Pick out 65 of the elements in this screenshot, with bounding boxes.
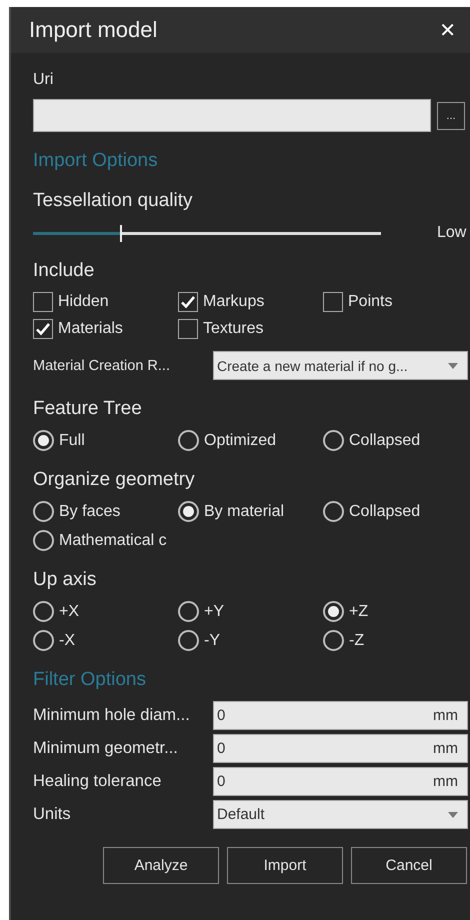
- checkbox[interactable]: [33, 292, 53, 312]
- group-heading: Include: [33, 260, 94, 282]
- checkbox-label: Points: [348, 293, 392, 311]
- slider-track[interactable]: [33, 224, 381, 242]
- field-label: Healing tolerance: [33, 772, 162, 791]
- radio-button[interactable]: [33, 530, 54, 551]
- group-heading: Organize geometry: [33, 469, 195, 491]
- checkbox[interactable]: [178, 319, 198, 339]
- checkbox-label: Markups: [203, 293, 264, 311]
- units-dropdown[interactable]: Default: [213, 800, 468, 829]
- slider-reading: Low: [437, 224, 466, 242]
- radio-button[interactable]: [178, 601, 199, 622]
- number-field[interactable]: 0 mm: [213, 734, 468, 763]
- checkbox-label: Textures: [203, 320, 264, 338]
- radio-button[interactable]: [178, 501, 199, 522]
- window-title: Import model: [29, 17, 158, 43]
- section-heading: Import Options: [33, 150, 158, 172]
- checkbox[interactable]: [178, 292, 198, 312]
- close-button[interactable]: ✕: [435, 18, 460, 42]
- field-label: Material Creation R...: [33, 358, 170, 374]
- uri-label: Uri: [33, 71, 54, 89]
- radio-label: -Y: [204, 632, 220, 650]
- field-label: Units: [33, 805, 71, 824]
- radio-button[interactable]: [323, 630, 344, 651]
- caret-icon: [448, 812, 458, 818]
- radio-button[interactable]: [323, 430, 344, 451]
- radio-label: Collapsed: [349, 432, 420, 450]
- checkbox-label: Hidden: [58, 293, 109, 311]
- radio-label: -X: [59, 632, 75, 650]
- radio-button[interactable]: [33, 501, 54, 522]
- section-heading: Filter Options: [33, 669, 146, 691]
- material-dropdown[interactable]: Create a new material if no g...: [213, 351, 468, 380]
- radio-label: Optimized: [204, 432, 276, 450]
- radio-label: Mathematical c: [59, 532, 167, 550]
- radio-button[interactable]: [323, 501, 344, 522]
- radio-button[interactable]: [33, 601, 54, 622]
- browse-button[interactable]: ...: [437, 102, 465, 130]
- group-heading: Tessellation quality: [33, 190, 192, 212]
- field-label: Minimum geometr...: [33, 739, 178, 758]
- radio-label: Full: [59, 432, 85, 450]
- radio-label: By faces: [59, 502, 120, 520]
- dialog-button[interactable]: Import: [227, 847, 343, 884]
- number-field[interactable]: 0 mm: [213, 701, 468, 730]
- dialog-button[interactable]: Analyze: [103, 847, 219, 884]
- radio-button[interactable]: [323, 601, 344, 622]
- caret-icon: [448, 362, 458, 368]
- checkbox[interactable]: [323, 292, 343, 312]
- radio-label: -Z: [349, 632, 364, 650]
- checkbox-label: Materials: [58, 320, 123, 338]
- group-heading: Feature Tree: [33, 398, 142, 420]
- radio-label: +Z: [349, 602, 368, 620]
- radio-label: By material: [204, 502, 284, 520]
- radio-label: Collapsed: [349, 502, 420, 520]
- checkbox[interactable]: [33, 319, 53, 339]
- radio-label: +X: [59, 602, 80, 620]
- radio-button[interactable]: [178, 630, 199, 651]
- radio-button[interactable]: [33, 430, 54, 451]
- field-label: Minimum hole diam...: [33, 706, 190, 725]
- radio-button[interactable]: [33, 630, 54, 651]
- uri-field[interactable]: [33, 99, 431, 132]
- radio-label: +Y: [204, 602, 224, 620]
- radio-button[interactable]: [178, 430, 199, 451]
- dialog-button[interactable]: Cancel: [351, 847, 467, 884]
- group-heading: Up axis: [33, 569, 96, 591]
- number-field[interactable]: 0 mm: [213, 767, 468, 796]
